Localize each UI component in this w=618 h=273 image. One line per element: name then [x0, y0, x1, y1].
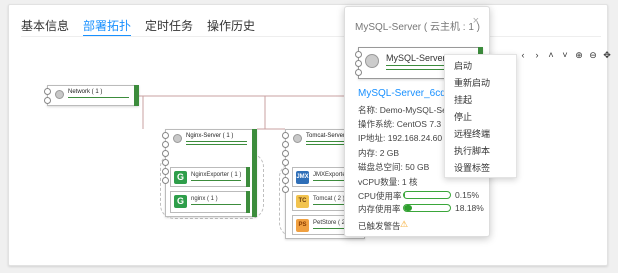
- close-icon[interactable]: ×: [473, 15, 479, 27]
- nginx-server-label: Nginx-Server ( 1 ): [186, 133, 234, 139]
- server-icon: [173, 134, 182, 143]
- tomcat-label: Tomcat ( 2 ): [313, 196, 345, 202]
- cpu-usage-label: CPU使用率: [358, 191, 402, 201]
- nginx-underline: [191, 204, 241, 205]
- petstore-logo-icon: PS: [296, 219, 309, 232]
- nginx-server-underline: [186, 141, 247, 142]
- menu-item-restart[interactable]: 重新启动: [445, 75, 516, 92]
- node-status-bar: [246, 167, 250, 187]
- cpu-usage-fill: [404, 192, 406, 198]
- menu-item-run-script[interactable]: 执行脚本: [445, 143, 516, 160]
- memory-usage-bar: [403, 204, 451, 212]
- memory-usage-label: 内存使用率: [358, 204, 401, 214]
- jmx-logo-icon: JMX: [296, 171, 309, 184]
- network-node-underline: [68, 97, 129, 98]
- server-icon: [293, 134, 302, 143]
- menu-item-remote-terminal[interactable]: 远程终端: [445, 126, 516, 143]
- nginx-server-underline-2: [186, 144, 247, 145]
- node-status-bar: [246, 191, 250, 213]
- popup-title: MySQL-Server ( 云主机 : 1 ): [355, 22, 481, 33]
- nginx-exporter-logo-icon: G: [174, 171, 187, 184]
- tab-scheduled-tasks[interactable]: 定时任务: [145, 13, 193, 37]
- server-icon: [365, 54, 379, 68]
- cpu-usage-value: 0.15%: [455, 190, 480, 200]
- menu-item-suspend[interactable]: 挂起: [445, 92, 516, 109]
- nginx-label: nginx ( 1 ): [191, 196, 218, 202]
- tab-operation-history[interactable]: 操作历史: [207, 13, 255, 37]
- tab-divider: [21, 36, 601, 37]
- tab-deployment-topology[interactable]: 部署拓扑: [83, 13, 132, 37]
- fit-icon[interactable]: ✥: [601, 49, 613, 61]
- warning-icon[interactable]: ⚠: [400, 219, 408, 230]
- memory-usage-fill: [404, 205, 413, 211]
- node-status-bar: [252, 129, 257, 217]
- memory-usage-value: 18.18%: [455, 203, 484, 213]
- network-node[interactable]: Network ( 1 ): [44, 85, 139, 106]
- network-node-label: Network ( 1 ): [68, 89, 103, 95]
- node-status-bar: [134, 85, 139, 106]
- network-icon: [55, 90, 64, 99]
- nginx-logo-icon: G: [174, 195, 187, 208]
- nginx-exporter-underline: [191, 180, 241, 181]
- nginx-exporter-node[interactable]: G NginxExporter ( 1 ): [170, 167, 250, 187]
- cpu-usage-bar: [403, 191, 451, 199]
- node-context-menu: 启动 重新启动 挂起 停止 远程终端 执行脚本 设置标签: [444, 54, 517, 178]
- menu-item-start[interactable]: 启动: [445, 58, 516, 75]
- detail-panel: 基本信息 部署拓扑 定时任务 操作历史 ‹ › ˄ ˅ ⊕ ⊖ ✥ Networ…: [8, 4, 611, 266]
- nginx-exporter-label: NginxExporter ( 1 ): [191, 172, 242, 178]
- tomcat-logo-icon: TC: [296, 195, 309, 208]
- menu-item-stop[interactable]: 停止: [445, 109, 516, 126]
- tab-basic-info[interactable]: 基本信息: [21, 13, 69, 37]
- alarm-label: 已触发警告: [358, 221, 401, 231]
- menu-item-set-tags[interactable]: 设置标签: [445, 160, 516, 177]
- nginx-node[interactable]: G nginx ( 1 ): [170, 191, 250, 213]
